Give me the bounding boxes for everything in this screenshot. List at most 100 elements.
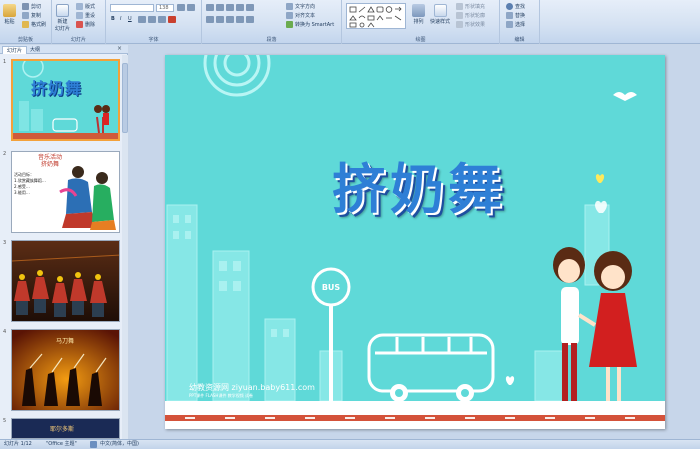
fill-icon bbox=[456, 3, 463, 10]
font-group: 138 B I U 字体 bbox=[106, 0, 202, 44]
new-slide-icon bbox=[56, 4, 69, 17]
line-spacing-icon[interactable] bbox=[246, 4, 254, 11]
delete-icon bbox=[76, 21, 83, 28]
smartart-icon bbox=[286, 21, 293, 28]
text-direction-label: 文字方向 bbox=[295, 4, 316, 10]
slide-thumbnail-2[interactable]: 音乐活动 挤奶舞 活动目标： 1.欣赏藏族舞蹈… 2.感受… 3.能用… bbox=[11, 151, 120, 233]
layout-icon bbox=[76, 3, 83, 10]
shrink-font-icon[interactable] bbox=[187, 4, 195, 11]
layout-button[interactable]: 版式 bbox=[76, 3, 95, 10]
text-direction-icon bbox=[286, 3, 293, 10]
scrollbar-thumb[interactable] bbox=[122, 63, 128, 133]
justify-icon[interactable] bbox=[236, 16, 244, 23]
quick-styles-label: 快速样式 bbox=[430, 19, 451, 25]
shape-effects-button[interactable]: 形状效果 bbox=[456, 21, 485, 28]
select-button[interactable]: 选择 bbox=[506, 21, 525, 28]
char-spacing-icon[interactable] bbox=[158, 16, 166, 23]
thumb-1-title: 挤奶舞 bbox=[31, 79, 83, 98]
increase-indent-icon[interactable] bbox=[236, 4, 244, 11]
slide-thumbnail-5[interactable]: 耶尔多斯 bbox=[11, 418, 120, 439]
columns-icon[interactable] bbox=[246, 16, 254, 23]
scissors-icon bbox=[22, 3, 29, 10]
quick-styles-icon bbox=[433, 4, 447, 17]
editing-group: 查找 替换 选择 编辑 bbox=[500, 0, 540, 44]
font-group-label: 字体 bbox=[148, 37, 159, 43]
thumb-2-body: 活动目标： 1.欣赏藏族舞蹈… 2.感受… 3.能用… bbox=[14, 172, 46, 195]
slide-title[interactable]: 挤奶舞 bbox=[269, 145, 569, 224]
align-right-icon[interactable] bbox=[226, 16, 234, 23]
slide-thumbnail-1[interactable]: 挤奶舞 bbox=[11, 59, 120, 141]
new-slide-button[interactable]: 新建 幻灯片 bbox=[55, 4, 70, 32]
close-icon[interactable]: × bbox=[117, 45, 122, 52]
drawing-group-label: 绘图 bbox=[415, 37, 426, 43]
thumb-2-dancers-art bbox=[59, 166, 116, 230]
font-family-combo[interactable] bbox=[110, 4, 154, 12]
ribbon: 粘贴 剪切 复制 格式刷 剪贴板 新建 幻灯片 版式 重设 删除 幻灯片 138… bbox=[0, 0, 700, 44]
tab-outline[interactable]: 大纲 bbox=[26, 46, 44, 54]
strikethrough-icon[interactable] bbox=[138, 16, 146, 23]
brush-icon bbox=[22, 21, 29, 28]
bullets-icon[interactable] bbox=[206, 4, 214, 11]
editing-group-label: 编辑 bbox=[514, 37, 525, 43]
replace-button[interactable]: 替换 bbox=[506, 12, 525, 19]
decrease-indent-icon[interactable] bbox=[226, 4, 234, 11]
thumb-3-dancers-art bbox=[12, 241, 119, 321]
delete-button[interactable]: 删除 bbox=[76, 21, 95, 28]
slide-counter: 幻灯片 1/12 bbox=[4, 441, 32, 447]
reset-button[interactable]: 重设 bbox=[76, 12, 95, 19]
font-color-icon[interactable] bbox=[168, 16, 176, 23]
clipboard-group: 粘贴 剪切 复制 格式刷 剪贴板 bbox=[0, 0, 52, 44]
drawing-group: 排列 快速样式 形状填充 形状轮廓 形状效果 绘图 bbox=[342, 0, 500, 44]
status-bar: 幻灯片 1/12 "Office 主题" 中文(简体，中国) bbox=[0, 439, 700, 449]
thumb-number: 2 bbox=[3, 151, 7, 157]
cursor-icon bbox=[506, 21, 513, 28]
theme-name: "Office 主题" bbox=[46, 441, 77, 447]
quick-styles-button[interactable]: 快速样式 bbox=[430, 4, 450, 25]
slide-thumbnail-4[interactable]: 马刀舞 bbox=[11, 329, 120, 411]
format-painter-button[interactable]: 格式刷 bbox=[22, 21, 46, 28]
text-direction-button[interactable]: 文字方向 bbox=[286, 3, 315, 10]
thumbnail-scrollbar[interactable] bbox=[122, 55, 128, 439]
shape-outline-button[interactable]: 形状轮廓 bbox=[456, 12, 485, 19]
paste-icon bbox=[3, 4, 16, 17]
copy-button[interactable]: 复制 bbox=[22, 12, 41, 19]
find-button[interactable]: 查找 bbox=[506, 3, 525, 10]
thumb-number: 4 bbox=[3, 329, 7, 335]
italic-label: I bbox=[120, 16, 122, 22]
arrange-button[interactable]: 排列 bbox=[412, 4, 425, 25]
shapes-gallery-icons bbox=[349, 6, 402, 28]
spellcheck-icon[interactable] bbox=[90, 441, 97, 448]
slide-thumbnail-3[interactable] bbox=[11, 240, 120, 322]
align-center-icon[interactable] bbox=[216, 16, 224, 23]
italic-button[interactable]: I bbox=[120, 16, 121, 22]
smartart-button[interactable]: 转换为 SmartArt bbox=[286, 21, 334, 28]
replace-icon bbox=[506, 12, 513, 19]
tab-slides[interactable]: 幻灯片 bbox=[2, 46, 28, 54]
numbering-icon[interactable] bbox=[216, 4, 224, 11]
align-text-icon bbox=[286, 12, 293, 19]
paste-button[interactable]: 粘贴 bbox=[3, 4, 16, 25]
cut-button[interactable]: 剪切 bbox=[22, 3, 41, 10]
thumb-number: 1 bbox=[3, 59, 7, 65]
copy-label: 复制 bbox=[31, 13, 42, 19]
slides-group-label: 幻灯片 bbox=[70, 37, 86, 43]
align-left-icon[interactable] bbox=[206, 16, 214, 23]
shape-fill-button[interactable]: 形状填充 bbox=[456, 3, 485, 10]
watermark-subtext: PPT课件 FLASH课件 教学视频 试卷 bbox=[189, 393, 253, 398]
shadow-icon[interactable] bbox=[148, 16, 156, 23]
slides-pane: 幻灯片 大纲 × 1 挤奶舞 2 音乐活动 挤奶舞 活动目标： 1.欣赏藏族舞蹈… bbox=[0, 45, 128, 439]
replace-label: 替换 bbox=[515, 13, 526, 19]
font-size-value: 138 bbox=[159, 5, 169, 11]
font-size-combo[interactable]: 138 bbox=[156, 4, 174, 12]
underline-button[interactable]: U bbox=[128, 16, 132, 22]
align-text-button[interactable]: 对齐文本 bbox=[286, 12, 315, 19]
delete-label: 删除 bbox=[85, 22, 96, 28]
bold-label: B bbox=[111, 16, 115, 22]
current-slide[interactable]: 挤奶舞 BUS 幼教资源网 ziyuan.baby611.com PPT课件 F… bbox=[165, 55, 665, 429]
shape-effects-label: 形状效果 bbox=[465, 22, 486, 28]
shapes-gallery[interactable] bbox=[346, 3, 406, 29]
new-slide-label: 新建 幻灯片 bbox=[55, 19, 71, 32]
shape-fill-label: 形状填充 bbox=[465, 4, 486, 10]
bold-button[interactable]: B bbox=[111, 16, 115, 22]
grow-font-icon[interactable] bbox=[177, 4, 185, 11]
